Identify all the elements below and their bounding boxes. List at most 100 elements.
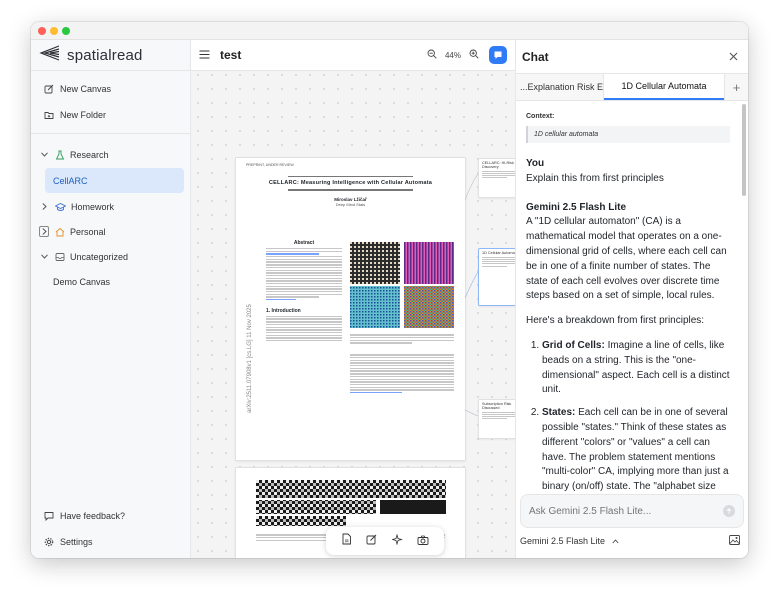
abstract-column: Abstract 1. Introduction	[266, 240, 342, 343]
pdf-page-1[interactable]: PREPRINT, UNDER REVIEW CELLARC: Measurin…	[236, 158, 465, 460]
zoom-level: 44%	[444, 50, 461, 60]
chevron-right-icon[interactable]	[39, 226, 49, 237]
folder-label: Homework	[71, 201, 115, 212]
settings-button[interactable]: Settings	[31, 530, 190, 554]
new-folder-label: New Folder	[60, 110, 107, 120]
folder-research[interactable]: Research	[31, 142, 190, 167]
new-canvas-button[interactable]: New Canvas	[31, 77, 190, 101]
assistant-message: Gemini 2.5 Flash Lite A "1D cellular aut…	[526, 201, 730, 492]
user-message: You Explain this from first principles	[526, 157, 730, 187]
figure-1	[350, 242, 454, 395]
assistant-breakdown: Here's a breakdown from first principles…	[526, 315, 705, 327]
plus-icon: +	[732, 79, 741, 95]
folder-label: Personal	[70, 226, 106, 237]
context-label: Context:	[526, 113, 555, 120]
list-item: States: Each cell can be in one of sever…	[542, 406, 730, 492]
close-icon[interactable]	[729, 48, 738, 66]
app-window: spatialread New Canvas New Folder Resear…	[31, 22, 748, 558]
feedback-button[interactable]: Have feedback?	[31, 504, 190, 528]
feedback-label: Have feedback?	[60, 511, 126, 521]
chat-input-box	[520, 494, 744, 528]
canvas-label: CellARC	[53, 175, 88, 186]
sparkle-icon[interactable]	[390, 532, 403, 550]
cellular-automata-figure	[350, 242, 454, 328]
send-button[interactable]	[723, 505, 735, 517]
toggle-chat-button[interactable]	[489, 46, 507, 64]
app-name: spatialread	[67, 46, 143, 64]
sidebar: spatialread New Canvas New Folder Resear…	[31, 40, 191, 558]
camera-icon[interactable]	[417, 532, 429, 550]
chat-input[interactable]	[529, 505, 723, 517]
tab-explanation[interactable]: Explanation Risk Expl...	[516, 74, 604, 100]
automata-strip-figure	[256, 480, 446, 526]
paper-affiliation: Deep Mind Stats	[335, 201, 366, 207]
chat-scrollbar[interactable]	[742, 104, 746, 196]
chat-panel: Chat Explanation Risk Expl... 1D Cellula…	[515, 40, 748, 558]
canvas-area[interactable]: test 44% PREPRINT, UNDER REVIEW CELLARC:…	[191, 40, 528, 558]
menu-icon[interactable]	[199, 46, 210, 64]
canvas-item-demo[interactable]: Demo Canvas	[31, 269, 190, 294]
canvas-title: test	[220, 48, 242, 62]
user-name: You	[526, 158, 545, 169]
folder-homework[interactable]: Homework	[31, 194, 190, 219]
chevron-right-icon[interactable]	[39, 203, 49, 210]
chevron-down-icon[interactable]	[39, 254, 49, 259]
inbox-icon	[55, 252, 65, 262]
abstract-heading: Abstract	[293, 240, 315, 246]
image-upload-icon[interactable]	[729, 535, 740, 547]
list-item: Grid of Cells: Imagine a line of cells, …	[542, 339, 730, 398]
chat-title: Chat	[522, 49, 549, 64]
page-header: PREPRINT, UNDER REVIEW	[246, 163, 294, 167]
folder-plus-icon	[44, 112, 54, 119]
tab-label: Explanation Risk Expl...	[520, 82, 604, 92]
title-bar	[31, 22, 748, 40]
folder-label: Research	[70, 149, 109, 160]
tab-label: 1D Cellular Automata	[621, 81, 707, 91]
context-value: 1D cellular automata	[526, 126, 730, 143]
maximize-window-button[interactable]	[62, 27, 70, 35]
zoom-out-icon[interactable]	[427, 46, 437, 64]
minimize-window-button[interactable]	[50, 27, 58, 35]
home-icon	[55, 227, 65, 237]
intro-heading: 1. Introduction	[266, 308, 301, 315]
message-icon	[44, 512, 54, 521]
arxiv-stamp: arXiv:2511.07908v1 [cs.LG] 11 Nov 2025	[247, 304, 253, 413]
add-document-icon[interactable]	[341, 532, 352, 550]
chat-bubble-icon	[494, 51, 502, 59]
brand: spatialread	[31, 40, 190, 71]
item-term: States:	[542, 407, 576, 419]
folder-personal[interactable]: Personal	[31, 219, 190, 244]
folder-tree: Research CellARC Homework Personal Uncat…	[31, 134, 190, 294]
new-canvas-label: New Canvas	[60, 84, 112, 94]
logo-icon	[39, 44, 61, 66]
user-text: Explain this from first principles	[526, 172, 664, 184]
assistant-list: Grid of Cells: Imagine a line of cells, …	[526, 339, 730, 492]
new-folder-button[interactable]: New Folder	[31, 103, 190, 127]
folder-uncategorized[interactable]: Uncategorized	[31, 244, 190, 269]
tab-1d-cellular-automata[interactable]: 1D Cellular Automata	[604, 74, 724, 100]
arrow-up-icon	[726, 508, 732, 514]
flask-icon	[55, 150, 65, 160]
model-selector[interactable]: Gemini 2.5 Flash Lite	[520, 536, 619, 546]
chat-tabs: Explanation Risk Expl... 1D Cellular Aut…	[516, 73, 748, 101]
canvas-toolbar: test 44%	[191, 40, 515, 71]
chevron-down-icon[interactable]	[39, 152, 49, 157]
item-text: Each cell can be in one of several possi…	[542, 407, 729, 492]
gear-icon	[44, 537, 54, 547]
chat-header: Chat	[516, 40, 748, 73]
assistant-intro: A "1D cellular automaton" (CA) is a math…	[526, 216, 727, 302]
chat-messages[interactable]: Context: 1D cellular automata You Explai…	[516, 102, 740, 492]
paper-title: CELLARC: Measuring Intelligence with Cel…	[268, 180, 433, 187]
item-term: Grid of Cells:	[542, 339, 605, 351]
canvas-item-cellarc[interactable]: CellARC	[45, 168, 184, 193]
assistant-name: Gemini 2.5 Flash Lite	[526, 201, 627, 213]
add-tab-button[interactable]: +	[724, 74, 748, 100]
model-selector-row: Gemini 2.5 Flash Lite	[520, 532, 740, 550]
settings-label: Settings	[60, 537, 93, 547]
note-edit-icon[interactable]	[366, 532, 377, 550]
graduation-cap-icon	[55, 202, 66, 212]
floating-toolbar	[326, 527, 444, 555]
close-window-button[interactable]	[38, 27, 46, 35]
zoom-in-icon[interactable]	[469, 46, 479, 64]
edit-icon	[44, 84, 54, 94]
